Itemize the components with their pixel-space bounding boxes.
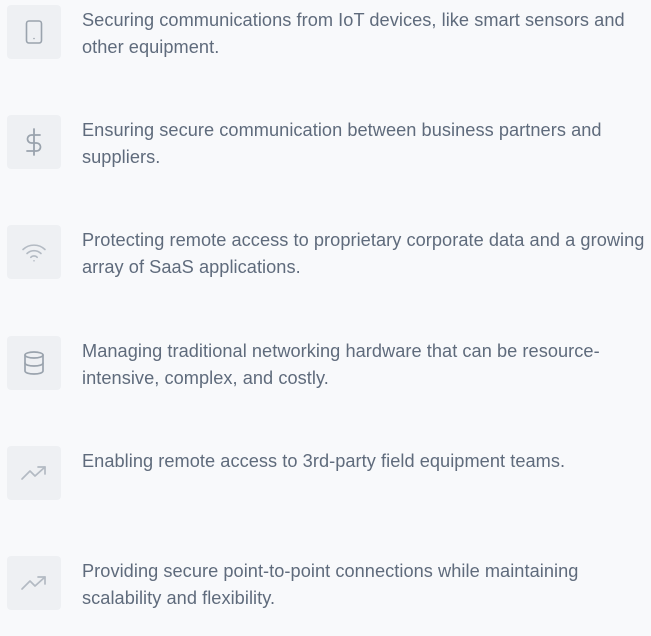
feature-item-partners: Ensuring secure communication between bu…	[7, 115, 651, 195]
feature-text: Managing traditional networking hardware…	[82, 341, 600, 388]
feature-text: Ensuring secure communication between bu…	[82, 120, 602, 167]
trending-up-icon	[7, 556, 61, 610]
feature-text: Providing secure point-to-point connecti…	[82, 561, 579, 608]
feature-item-remote-access: Protecting remote access to proprietary …	[7, 225, 651, 305]
database-icon	[7, 336, 61, 390]
tablet-icon	[7, 5, 61, 59]
feature-item-field-teams: Enabling remote access to 3rd-party fiel…	[7, 446, 651, 526]
feature-text: Enabling remote access to 3rd-party fiel…	[82, 451, 566, 471]
trending-up-icon	[7, 446, 61, 500]
wifi-icon	[7, 225, 61, 279]
feature-item-point-to-point: Providing secure point-to-point connecti…	[7, 556, 651, 636]
feature-item-hardware: Managing traditional networking hardware…	[7, 336, 651, 416]
dollar-icon	[7, 115, 61, 169]
feature-item-iot: Securing communications from IoT devices…	[7, 5, 651, 85]
feature-text: Protecting remote access to proprietary …	[82, 230, 645, 277]
feature-text: Securing communications from IoT devices…	[82, 10, 625, 57]
